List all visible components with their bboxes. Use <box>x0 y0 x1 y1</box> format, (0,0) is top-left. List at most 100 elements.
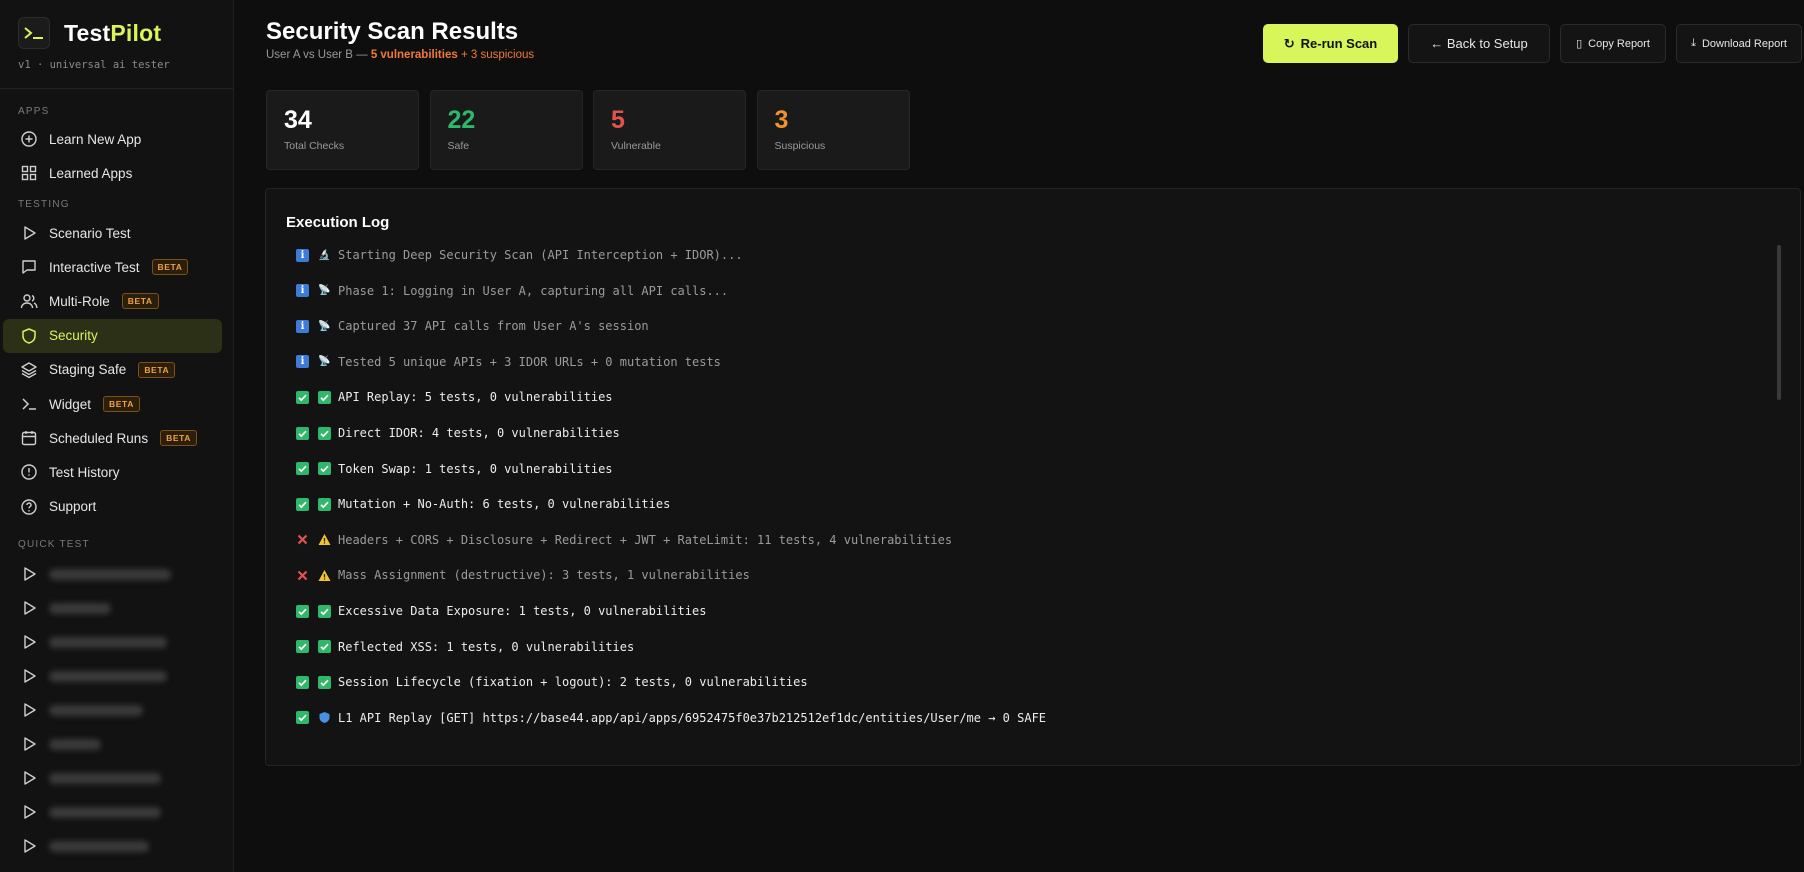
sidebar-item-support[interactable]: Support <box>3 490 222 524</box>
section-label-quick-test: QUICK TEST <box>18 539 90 550</box>
rerun-scan-button[interactable]: ↻ Re-run Scan <box>1263 24 1398 63</box>
redacted-label <box>49 806 161 818</box>
stat-value: 3 <box>774 106 789 134</box>
terminal-logo-icon <box>18 17 50 49</box>
check-icon <box>318 426 331 440</box>
check-icon <box>318 462 331 476</box>
download-icon: ⤓ <box>1691 37 1696 49</box>
help-icon <box>20 498 38 516</box>
beta-badge: BETA <box>160 430 197 447</box>
play-icon <box>20 803 38 821</box>
sidebar-item-staging-safe[interactable]: Staging Safe BETA <box>3 353 222 387</box>
log-line: Excessive Data Exposure: 1 tests, 0 vuln… <box>296 602 706 620</box>
section-label-apps: APPS <box>18 106 50 117</box>
log-text: Headers + CORS + Disclosure + Redirect +… <box>338 532 953 547</box>
log-line: Mass Assignment (destructive): 3 tests, … <box>296 566 750 584</box>
log-text: Direct IDOR: 4 tests, 0 vulnerabilities <box>338 426 620 440</box>
sidebar-item-interactive-test[interactable]: Interactive Test BETA <box>3 250 222 284</box>
stat-value: 34 <box>284 106 312 134</box>
brand-name: TestPilot <box>64 19 162 46</box>
stat-card-vulnerable: 5 Vulnerable <box>593 90 746 170</box>
sidebar-item-learn-new-app[interactable]: Learn New App <box>3 122 222 156</box>
quick-test-item[interactable] <box>3 591 222 625</box>
play-icon <box>20 224 38 242</box>
beta-badge: BETA <box>103 396 140 412</box>
log-text: Starting Deep Security Scan (API Interce… <box>338 248 743 262</box>
cross-icon <box>296 533 309 546</box>
cross-icon <box>296 569 309 582</box>
play-icon <box>20 837 38 855</box>
log-line: i 📡 Captured 37 API calls from User A's se… <box>296 317 649 335</box>
redacted-label <box>49 670 167 682</box>
quick-test-item[interactable] <box>3 557 222 591</box>
sidebar-item-label: Security <box>49 328 98 344</box>
log-line: i 📡 Tested 5 unique APIs + 3 IDOR URLs + 0… <box>296 353 721 371</box>
stat-label: Vulnerable <box>611 140 661 152</box>
info-icon: i <box>296 319 309 333</box>
plus-circle-icon <box>20 130 38 148</box>
quick-test-item[interactable] <box>3 693 222 727</box>
chat-icon <box>20 258 38 276</box>
sidebar-item-scheduled-runs[interactable]: Scheduled Runs BETA <box>3 421 222 455</box>
stat-value: 22 <box>447 106 476 134</box>
users-icon <box>20 292 38 310</box>
play-icon <box>20 565 38 583</box>
sidebar-item-label: Scheduled Runs <box>49 430 149 446</box>
back-to-setup-button[interactable]: ← Back to Setup <box>1408 24 1550 63</box>
warning-icon <box>318 533 331 546</box>
quick-test-item[interactable] <box>3 727 222 761</box>
page-title: Security Scan Results <box>266 18 519 45</box>
layers-icon <box>20 361 38 379</box>
stat-card-suspicious: 3 Suspicious <box>756 90 910 170</box>
quick-test-item[interactable] <box>3 829 222 863</box>
check-icon <box>318 640 331 654</box>
clock-icon <box>20 463 38 481</box>
log-text: Captured 37 API calls from User A's sess… <box>338 319 649 334</box>
stat-label: Total Checks <box>284 140 345 152</box>
calendar-icon <box>20 429 38 447</box>
play-icon <box>20 769 38 787</box>
check-icon <box>296 711 309 725</box>
sidebar-item-scenario-test[interactable]: Scenario Test <box>3 216 222 250</box>
sidebar-item-label: Interactive Test <box>49 259 140 275</box>
log-text: Reflected XSS: 1 tests, 0 vulnerabilitie… <box>338 639 635 654</box>
sidebar-item-label: Support <box>49 499 97 515</box>
check-icon <box>296 497 309 511</box>
log-text: API Replay: 5 tests, 0 vulnerabilities <box>338 390 613 405</box>
beta-badge: BETA <box>121 293 159 310</box>
brand-tagline: v1 · universal ai tester <box>18 59 170 71</box>
redacted-label <box>49 602 111 614</box>
stat-card-safe: 22 Safe <box>429 90 583 170</box>
sidebar-item-learned-apps[interactable]: Learned Apps <box>3 156 222 190</box>
sidebar-item-label: Widget <box>49 396 92 412</box>
quick-test-item[interactable] <box>3 795 222 829</box>
sidebar-item-multi-role[interactable]: Multi-Role BETA <box>3 284 222 318</box>
sidebar-item-test-history[interactable]: Test History <box>3 455 222 489</box>
log-line: Direct IDOR: 4 tests, 0 vulnerabilities <box>296 424 620 442</box>
emoji-icon: 🔬 <box>318 249 331 261</box>
sidebar-item-label: Learn New App <box>49 131 142 147</box>
sidebar-item-widget[interactable]: Widget BETA <box>3 387 222 421</box>
sidebar-item-label: Test History <box>49 464 120 480</box>
stat-label: Suspicious <box>774 140 826 152</box>
download-report-button[interactable]: ⤓ Download Report <box>1676 24 1802 63</box>
quick-test-item[interactable] <box>3 659 222 693</box>
log-line: Token Swap: 1 tests, 0 vulnerabilities <box>296 460 613 478</box>
stat-card-total-checks: 34 Total Checks <box>266 90 419 170</box>
sidebar: TestPilot v1 · universal ai tester APPS … <box>0 0 234 872</box>
section-label-testing: TESTING <box>18 199 70 210</box>
clipboard-icon: ▯ <box>1576 38 1583 50</box>
log-line: Reflected XSS: 1 tests, 0 vulnerabilitie… <box>296 638 634 656</box>
quick-test-item[interactable] <box>3 625 222 659</box>
redacted-label <box>49 840 149 852</box>
shield-icon <box>318 711 331 724</box>
log-line: Session Lifecycle (fixation + logout): 2… <box>296 673 808 691</box>
quick-test-item[interactable] <box>3 761 222 795</box>
copy-report-button[interactable]: ▯ Copy Report <box>1560 24 1666 63</box>
log-line: i 📡 Phase 1: Logging in User A, capturing … <box>296 282 728 300</box>
log-text: Mass Assignment (destructive): 3 tests, … <box>338 568 750 583</box>
log-text: Tested 5 unique APIs + 3 IDOR URLs + 0 m… <box>338 354 721 369</box>
stat-value: 5 <box>611 106 625 134</box>
sidebar-item-security[interactable]: Security <box>3 318 222 353</box>
log-scrollbar[interactable] <box>1777 245 1781 400</box>
